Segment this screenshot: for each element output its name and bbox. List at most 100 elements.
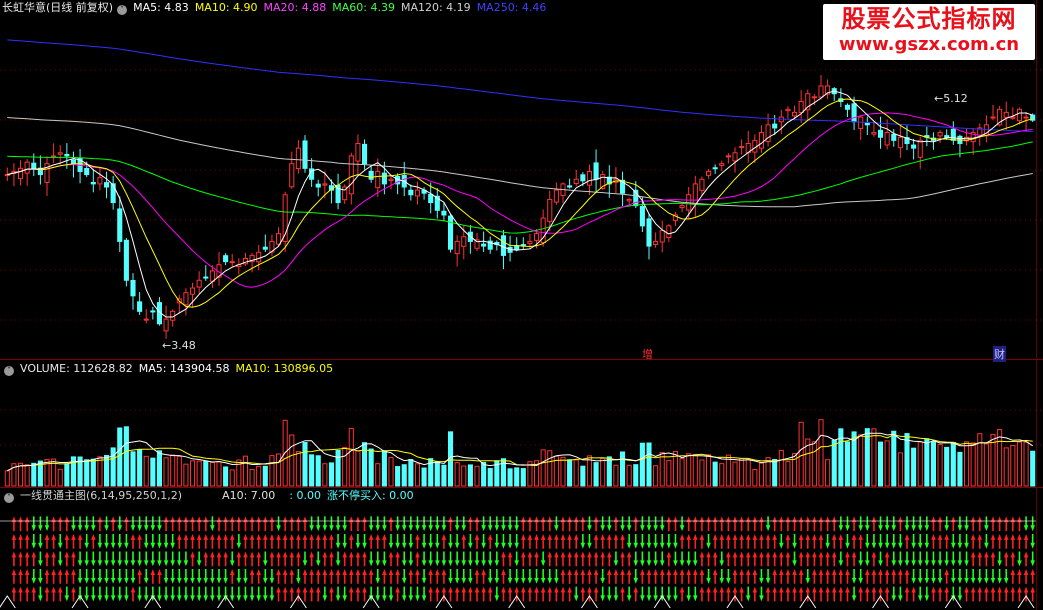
- arrow-up-icon: [838, 533, 844, 549]
- arrow-up-icon: [302, 533, 308, 549]
- volume-bar-up: [659, 451, 665, 487]
- arrow-down-icon: [203, 586, 209, 602]
- event-tag-zeng[interactable]: 增: [642, 346, 653, 362]
- ma5-readout: MA5: 4.83: [133, 1, 189, 14]
- arrow-up-icon: [779, 516, 784, 532]
- arrow-down-icon: [130, 569, 136, 584]
- arrow-up-icon: [567, 516, 572, 532]
- arrow-down-icon: [964, 551, 969, 567]
- arrow-down-icon: [104, 533, 109, 549]
- arrow-down-icon: [243, 569, 248, 584]
- arrow-down-icon: [421, 533, 427, 549]
- arrow-up-icon: [871, 551, 877, 567]
- arrow-down-icon: [653, 586, 658, 602]
- arrow-down-icon: [1023, 516, 1029, 532]
- candle-down: [302, 140, 308, 169]
- arrow-down-icon: [719, 551, 725, 567]
- arrow-down-icon: [428, 516, 433, 532]
- arrow-down-icon: [362, 533, 367, 549]
- candle-down: [891, 133, 897, 141]
- arrow-down-icon: [878, 516, 883, 532]
- blank-readout: : 0.00: [289, 489, 321, 502]
- candle-down: [877, 129, 884, 138]
- candle-up: [858, 116, 864, 129]
- arrow-down-icon: [110, 569, 116, 584]
- arrow-down-icon: [957, 569, 963, 584]
- arrow-up-icon: [24, 551, 30, 567]
- volume-bar-up: [679, 458, 685, 487]
- arrow-up-icon: [137, 569, 142, 584]
- arrow-up-icon: [71, 569, 76, 584]
- arrow-up-icon: [626, 551, 632, 567]
- collapse-icon[interactable]: ˅: [117, 5, 128, 15]
- arrow-down-icon: [468, 569, 473, 584]
- candle-up: [375, 170, 381, 189]
- candle-down: [481, 243, 487, 247]
- arrow-up-icon: [686, 533, 691, 549]
- arrow-up-icon: [593, 516, 599, 532]
- low-price-label: ←3.48: [162, 339, 196, 352]
- arrow-down-icon: [170, 551, 175, 567]
- arrow-down-icon: [110, 586, 116, 602]
- arrow-up-icon: [726, 551, 731, 567]
- candle-up: [719, 163, 725, 166]
- collapse-icon[interactable]: ˅: [4, 493, 14, 503]
- arrow-down-icon: [31, 516, 37, 532]
- candle-up: [626, 198, 632, 202]
- arrow-up-icon: [256, 533, 261, 549]
- arrow-down-icon: [878, 533, 883, 549]
- arrow-up-icon: [865, 569, 870, 584]
- volume-bar-up: [745, 458, 751, 487]
- event-tag-cai[interactable]: 财: [993, 346, 1006, 362]
- candle-down: [130, 280, 136, 297]
- volume-bar-up: [818, 419, 824, 487]
- arrow-down-icon: [858, 569, 863, 584]
- candle-up: [666, 225, 672, 239]
- volume-bar-down: [203, 460, 209, 487]
- candle-down: [64, 153, 70, 157]
- arrow-up-icon: [342, 569, 347, 584]
- arrow-down-icon: [210, 516, 215, 532]
- arrow-down-icon: [117, 533, 123, 549]
- arrow-up-icon: [573, 569, 579, 584]
- arrow-up-icon: [375, 533, 381, 549]
- candle-up: [295, 147, 301, 170]
- arrow-up-icon: [190, 533, 195, 549]
- arrow-down-icon: [507, 516, 513, 532]
- arrow-down-icon: [865, 551, 870, 567]
- volume-bar-up: [24, 464, 30, 487]
- arrow-up-icon: [990, 533, 996, 549]
- arrow-up-icon: [507, 586, 513, 602]
- volume-bar-down: [117, 427, 123, 487]
- arrow-down-icon: [395, 533, 400, 549]
- arrow-down-icon: [448, 569, 453, 584]
- arrow-down-icon: [315, 516, 321, 532]
- arrow-up-icon: [501, 569, 506, 584]
- arrow-down-icon: [322, 516, 328, 532]
- arrow-up-icon: [18, 551, 23, 567]
- arrow-up-icon: [904, 586, 910, 602]
- arrow-up-icon: [51, 533, 56, 549]
- arrow-down-icon: [1017, 551, 1022, 567]
- arrow-up-icon: [177, 516, 182, 532]
- arrow-up-icon: [521, 516, 526, 532]
- arrow-up-icon: [693, 516, 698, 532]
- arrow-up-icon: [699, 586, 705, 602]
- indicator-title[interactable]: 一线贯通主图(6,14,95,250,1,2): [20, 489, 182, 502]
- arrow-up-icon: [977, 586, 983, 602]
- arrow-down-icon: [487, 516, 493, 532]
- arrow-down-icon: [686, 551, 691, 567]
- collapse-icon[interactable]: ˅: [4, 366, 14, 376]
- arrow-down-icon: [494, 516, 500, 532]
- arrow-up-icon: [64, 533, 70, 549]
- arrow-down-icon: [97, 551, 103, 567]
- stock-title[interactable]: 长虹华意(日线 前复权): [2, 1, 113, 14]
- candle-down: [844, 104, 851, 110]
- arrow-down-icon: [984, 569, 989, 584]
- arrow-up-icon: [24, 569, 30, 584]
- arrow-up-icon: [269, 516, 275, 532]
- arrow-down-icon: [878, 551, 883, 567]
- candle-up: [256, 251, 262, 263]
- arrow-down-icon: [335, 586, 341, 602]
- arrow-up-icon: [825, 569, 830, 584]
